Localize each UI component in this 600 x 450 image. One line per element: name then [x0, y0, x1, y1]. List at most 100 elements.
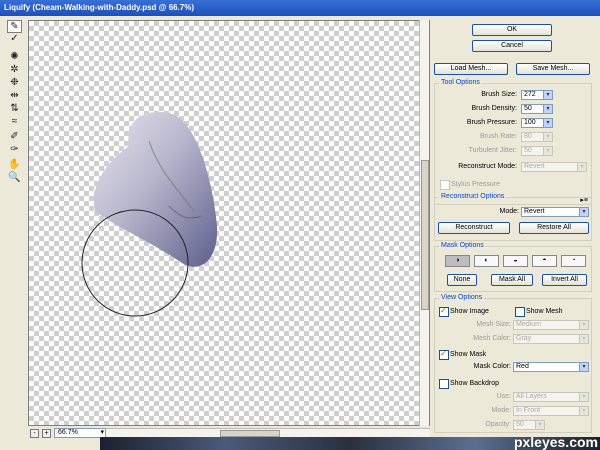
backdrop-use-arrow-icon: ▾: [579, 393, 588, 401]
mesh-color-label: Mesh Color:: [473, 335, 511, 342]
brush-density-label: Brush Density:: [471, 105, 517, 112]
vertical-scrollbar[interactable]: [419, 20, 429, 426]
intersect-selection-icon[interactable]: ◓: [532, 255, 557, 267]
brush-pressure-value: 100: [524, 119, 536, 126]
brush-pressure-field[interactable]: 100 ▾: [521, 118, 553, 128]
mask-all-button[interactable]: Mask All: [491, 274, 533, 286]
stylus-pressure-checkbox: Stylus Pressure: [440, 180, 500, 190]
brush-rate-field: 80 ▾: [521, 132, 553, 142]
zoom-out-button[interactable]: -: [30, 428, 39, 438]
mesh-size-select: Medium ▾: [513, 320, 589, 330]
mask-none-button[interactable]: None: [447, 274, 477, 286]
mesh-color-select: Gray ▾: [513, 334, 589, 344]
brush-size-field[interactable]: 272 ▾: [521, 90, 553, 100]
thaw-mask-icon[interactable]: ✑: [7, 143, 22, 156]
view-options-group: View Options Show Image Show Mesh Mesh S…: [434, 294, 592, 433]
twirl-icon[interactable]: ✺: [7, 50, 22, 63]
turbulence-icon[interactable]: ≈: [7, 115, 22, 128]
mirror-icon[interactable]: ⇅: [7, 102, 22, 115]
invert-selection-icon[interactable]: ◔: [561, 255, 586, 267]
brush-density-field[interactable]: 50 ▾: [521, 104, 553, 114]
backdrop-mode-value: In Front: [516, 407, 541, 414]
backdrop-opacity-value: 50: [516, 421, 524, 428]
brush-pressure-label: Brush Pressure:: [466, 119, 517, 126]
vertical-scroll-thumb[interactable]: [421, 160, 429, 310]
brush-pressure-arrow-icon[interactable]: ▾: [543, 119, 552, 127]
mask-options-title: Mask Options: [439, 242, 486, 249]
backdrop-mode-arrow-icon: ▾: [579, 407, 588, 415]
backdrop-opacity-label: Opacity:: [485, 421, 511, 428]
brush-rate-label: Brush Rate:: [480, 133, 517, 140]
reconstruct-mode-dropdown-arrow-icon[interactable]: ▾: [579, 208, 588, 216]
subtract-selection-icon[interactable]: ◒: [503, 255, 528, 267]
zoom-in-button[interactable]: +: [42, 428, 51, 438]
bloat-icon[interactable]: ❉: [7, 76, 22, 89]
zoom-level-select[interactable]: 66.7%: [54, 428, 106, 438]
reconstruct-button[interactable]: Reconstruct: [438, 222, 510, 234]
hand-icon[interactable]: ✋: [7, 158, 22, 171]
show-backdrop-checkbox[interactable]: Show Backdrop: [439, 379, 499, 389]
zoom-controls: - + 66.7%: [30, 427, 106, 439]
show-mask-checkbox[interactable]: Show Mask: [439, 349, 486, 360]
pucker-icon[interactable]: ✲: [7, 63, 22, 76]
mask-color-value: Red: [516, 363, 529, 370]
preview-image: [81, 111, 218, 317]
turbulent-jitter-value: 50: [524, 147, 532, 154]
reconstruct-mode-dropdown[interactable]: Revert ▾: [521, 207, 589, 217]
turbulent-jitter-arrow-icon: ▾: [543, 147, 552, 155]
cancel-button[interactable]: Cancel: [472, 40, 552, 52]
ok-button[interactable]: OK: [472, 24, 552, 36]
invert-all-button[interactable]: Invert All: [542, 274, 587, 286]
distorted-image-shape: [93, 111, 218, 267]
replace-selection-icon[interactable]: ◑: [445, 255, 470, 267]
mesh-size-label: Mesh Size:: [476, 321, 511, 328]
save-mesh-button[interactable]: Save Mesh...: [516, 63, 590, 75]
reconstruct-mode-label-2: Mode:: [499, 208, 519, 215]
reconstruct-icon[interactable]: ✓: [7, 32, 22, 45]
brush-density-value: 50: [524, 105, 532, 112]
mask-options-group: Mask Options ◑ ◐ ◒ ◓ ◔ None Mask All Inv…: [434, 242, 592, 292]
freeze-mask-icon[interactable]: ✐: [7, 130, 22, 143]
brush-density-arrow-icon[interactable]: ▾: [543, 105, 552, 113]
tool-options-group: Tool Options Brush Size: 272 ▾ Brush Dens…: [434, 79, 592, 205]
push-left-icon[interactable]: ⇹: [7, 89, 22, 102]
reconstruct-options-title: Reconstruct Options: [439, 193, 507, 200]
load-mesh-button[interactable]: Load Mesh...: [434, 63, 508, 75]
tool-options-title: Tool Options: [439, 79, 482, 86]
brush-size-arrow-icon[interactable]: ▾: [543, 91, 552, 99]
horizontal-scroll-thumb[interactable]: [220, 430, 280, 437]
restore-all-button[interactable]: Restore All: [519, 222, 589, 234]
panel-menu-icon[interactable]: ▸≡: [580, 196, 588, 204]
backdrop-use-value: All Layers: [516, 393, 547, 400]
mesh-color-arrow-icon: ▾: [579, 335, 588, 343]
view-options-title: View Options: [439, 294, 485, 301]
brush-size-value: 272: [524, 91, 536, 98]
show-image-checkbox[interactable]: Show Image: [439, 306, 489, 317]
reconstruct-mode-value: Revert: [524, 163, 545, 170]
tool-palette: ✎ ✓ ✺ ✲ ❉ ⇹ ⇅ ≈ ✐ ✑ ✋ 🔍: [4, 20, 24, 190]
brush-rate-value: 80: [524, 133, 532, 140]
zoom-icon[interactable]: 🔍: [7, 171, 22, 184]
turbulent-jitter-field: 50 ▾: [521, 146, 553, 156]
brush-rate-arrow-icon: ▾: [543, 133, 552, 141]
reconstruct-mode-dropdown-value: Revert: [524, 208, 545, 215]
turbulent-jitter-label: Turbulent Jitter:: [468, 147, 517, 154]
backdrop-opacity-field: 50 ▾: [513, 420, 545, 430]
mask-color-arrow-icon[interactable]: ▾: [579, 363, 588, 371]
mask-color-select[interactable]: Red ▾: [513, 362, 589, 372]
reconstruct-mode-arrow-icon: ▾: [577, 163, 586, 171]
backdrop-use-select: All Layers ▾: [513, 392, 589, 402]
backdrop-mode-label: Mode:: [491, 407, 511, 414]
reconstruct-mode-select: Revert ▾: [521, 162, 587, 172]
preview-canvas[interactable]: [28, 20, 430, 426]
mesh-color-value: Gray: [516, 335, 532, 342]
show-mesh-checkbox[interactable]: Show Mesh: [515, 307, 563, 317]
reconstruct-options-group: Reconstruct Options ▸≡ Mode: Revert ▾ Rec…: [434, 193, 592, 241]
mesh-size-value: Medium: [516, 321, 541, 328]
window-title: Liquify (Cheam-Walking-with-Daddy.psd @ …: [0, 0, 600, 16]
mask-color-label: Mask Color:: [473, 363, 511, 370]
add-to-selection-icon[interactable]: ◐: [474, 255, 499, 267]
mask-mode-icons: ◑ ◐ ◒ ◓ ◔: [445, 255, 586, 267]
brush-size-label: Brush Size:: [481, 91, 517, 98]
horizontal-scrollbar[interactable]: [100, 428, 430, 437]
